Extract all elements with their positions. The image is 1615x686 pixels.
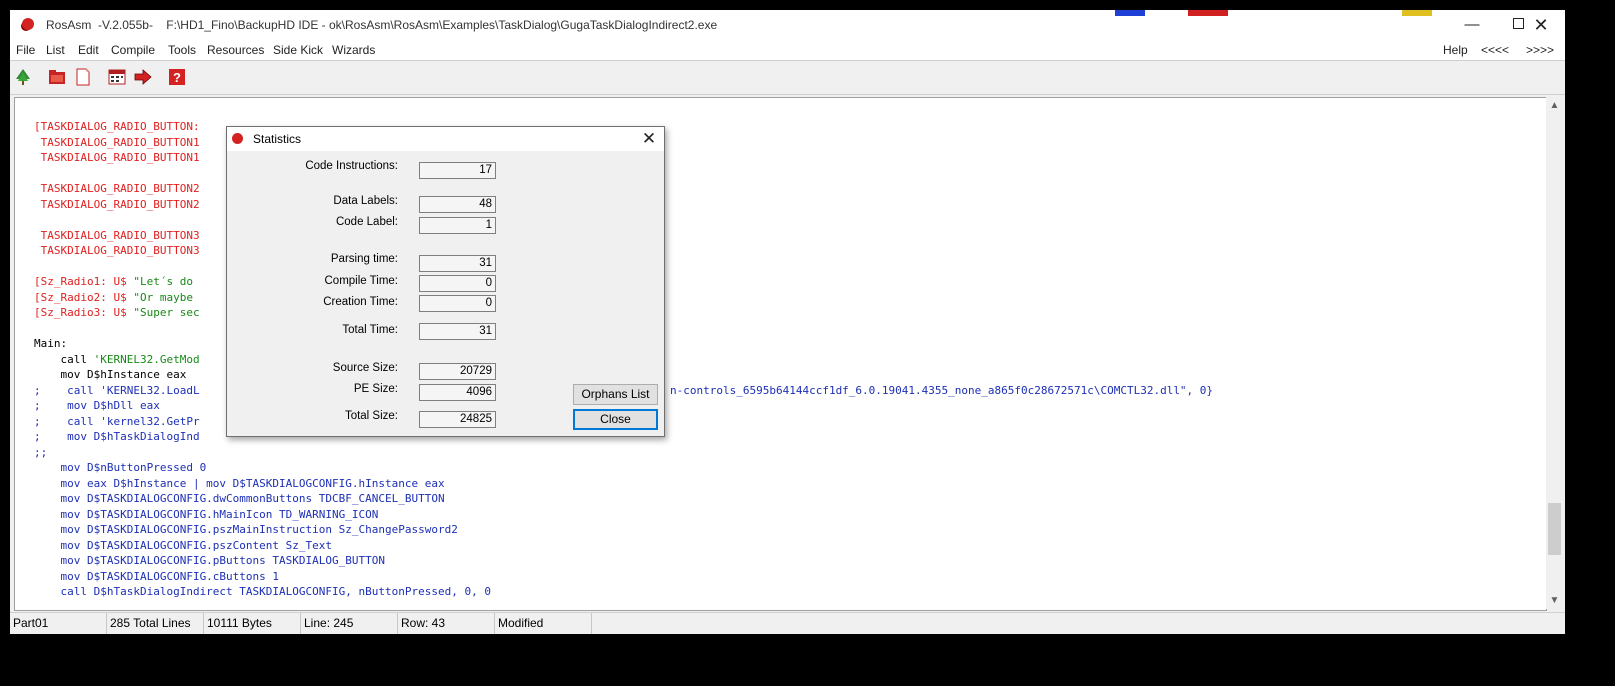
code-line: TASKDIALOG_RADIO_BUTTON2	[34, 182, 200, 195]
status-row: Row: 43	[398, 613, 495, 634]
vertical-scrollbar[interactable]: ▲ ▼	[1546, 97, 1563, 609]
code-line-continuation: n-controls_6595b64144ccf1df_6.0.19041.43…	[670, 383, 1214, 397]
code-line: TASKDIALOG_RADIO_BUTTON2	[34, 197, 200, 211]
code-line: mov D$TASKDIALOGCONFIG.cButtons 1	[34, 569, 280, 583]
status-total-lines: 285 Total Lines	[107, 613, 204, 634]
code-line: TASKDIALOG_RADIO_BUTTON1	[34, 151, 200, 164]
orphans-list-button[interactable]: Orphans List	[573, 384, 658, 405]
menu-file[interactable]: File	[16, 43, 35, 57]
menu-edit[interactable]: Edit	[78, 43, 99, 57]
code-line: ; mov D$hTaskDialogInd	[34, 430, 200, 443]
status-line: Line: 245	[301, 613, 398, 634]
menu-next[interactable]: >>>>	[1526, 43, 1554, 57]
stat-label: Total Time:	[342, 324, 398, 336]
code-line: mov D$TASKDIALOGCONFIG.pButtons TASKDIAL…	[34, 554, 385, 567]
status-bytes: 10111 Bytes	[204, 613, 301, 634]
code-line: mov D$TASKDIALOGCONFIG.hMainIcon TD_WARN…	[34, 507, 379, 521]
status-part: Part01	[10, 613, 107, 634]
dialog-close-button[interactable]: Close	[573, 409, 658, 430]
stat-value: 31	[419, 323, 496, 340]
stat-label: Data Labels:	[333, 195, 398, 207]
stat-value: 0	[419, 275, 496, 292]
code-line: [TASKDIALOG_RADIO_BUTTON:	[34, 120, 200, 133]
minimize-button[interactable]: —	[1449, 10, 1495, 40]
status-modified: Modified	[495, 613, 592, 634]
title-bar[interactable]: RosAsm -V.2.055b- F:\HD1_Fino\BackupHD I…	[10, 10, 1565, 40]
dialog-title-bar[interactable]: Statistics ✕	[227, 127, 664, 151]
menu-previous[interactable]: <<<<	[1481, 43, 1509, 57]
scroll-thumb[interactable]	[1548, 503, 1561, 555]
folder-icon[interactable]	[48, 68, 66, 86]
calendar-icon[interactable]	[108, 68, 126, 86]
code-line: ;;	[34, 445, 48, 459]
code-line: [Sz_Radio3: U$ "Super sec	[34, 306, 200, 319]
dialog-close-icon[interactable]: ✕	[637, 128, 661, 150]
scroll-down-icon[interactable]: ▼	[1546, 592, 1563, 609]
stat-value: 20729	[419, 363, 496, 380]
menu-wizards[interactable]: Wizards	[332, 43, 375, 57]
svg-text:?: ?	[173, 70, 181, 85]
code-line: [Sz_Radio2: U$ "Or maybe	[34, 290, 193, 304]
stat-label: Total Size:	[344, 410, 398, 422]
code-line: mov D$TASKDIALOGCONFIG.pszContent Sz_Tex…	[34, 538, 333, 552]
stat-label: Parsing time:	[330, 253, 398, 265]
code-line: TASKDIALOG_RADIO_BUTTON3	[34, 228, 200, 242]
menu-bar: File List Edit Compile Tools Resources S…	[10, 40, 1565, 60]
code-line: TASKDIALOG_RADIO_BUTTON3	[34, 244, 200, 257]
code-line: mov D$nButtonPressed 0	[34, 461, 207, 474]
stat-value: 31	[419, 255, 496, 272]
code-line: TASKDIALOG_RADIO_BUTTON1	[34, 135, 200, 149]
stat-label: Code Instructions:	[305, 160, 398, 172]
code-line: ; call 'kernel32.GetPr	[34, 414, 200, 428]
code-line: ; call 'KERNEL32.LoadL	[34, 383, 200, 397]
stat-value: 1	[419, 217, 496, 234]
code-line: call D$hTaskDialogIndirect TASKDIALOGCON…	[34, 585, 491, 598]
code-line: mov D$TASKDIALOGCONFIG.dwCommonButtons T…	[34, 492, 445, 505]
new-file-icon[interactable]	[74, 68, 92, 86]
close-window-button[interactable]: ✕	[1517, 10, 1565, 40]
stat-label: Code Label:	[335, 216, 398, 228]
menu-list[interactable]: List	[46, 43, 65, 57]
code-line: mov D$TASKDIALOGCONFIG.pszMainInstructio…	[34, 523, 458, 536]
scroll-up-icon[interactable]: ▲	[1546, 97, 1563, 114]
background-window-decoration	[1402, 10, 1432, 16]
menu-resources[interactable]: Resources	[207, 43, 264, 57]
code-line: Main:	[34, 337, 68, 350]
menu-side-kick[interactable]: Side Kick	[273, 43, 323, 57]
stat-value: 4096	[419, 384, 496, 401]
help-icon[interactable]: ?	[168, 68, 186, 86]
tree-icon[interactable]	[14, 68, 32, 86]
stat-label: Source Size:	[332, 362, 398, 374]
menu-compile[interactable]: Compile	[111, 43, 155, 57]
menu-tools[interactable]: Tools	[168, 43, 196, 57]
stat-label: PE Size:	[353, 383, 398, 395]
stat-value: 48	[419, 196, 496, 213]
code-line: mov eax D$hInstance | mov D$TASKDIALOGCO…	[34, 476, 445, 490]
code-line: [Sz_Radio1: U$ "Let´s do	[34, 275, 193, 288]
stat-value: 0	[419, 295, 496, 312]
stat-value: 17	[419, 162, 496, 179]
dialog-app-icon	[232, 133, 243, 144]
background-window-decoration	[1188, 10, 1228, 16]
menu-help[interactable]: Help	[1443, 43, 1468, 57]
code-line: mov D$hInstance eax	[34, 368, 187, 381]
stat-value: 24825	[419, 411, 496, 428]
stat-label: Creation Time:	[323, 296, 398, 308]
statistics-dialog: Statistics ✕ Code Instructions: 17 Data …	[226, 126, 665, 437]
background-window-decoration	[1115, 10, 1145, 16]
code-line: ; mov D$hDll eax	[34, 399, 160, 412]
stat-label: Compile Time:	[324, 275, 399, 287]
arrow-right-icon[interactable]	[134, 68, 152, 86]
rosasm-app-icon	[22, 18, 34, 30]
code-line: call 'KERNEL32.GetMod	[34, 352, 200, 366]
status-bar: Part01 285 Total Lines 10111 Bytes Line:…	[10, 612, 1565, 634]
toolbar: ?	[10, 60, 1565, 95]
window-title: RosAsm -V.2.055b- F:\HD1_Fino\BackupHD I…	[46, 18, 718, 32]
dialog-title: Statistics	[253, 132, 302, 146]
